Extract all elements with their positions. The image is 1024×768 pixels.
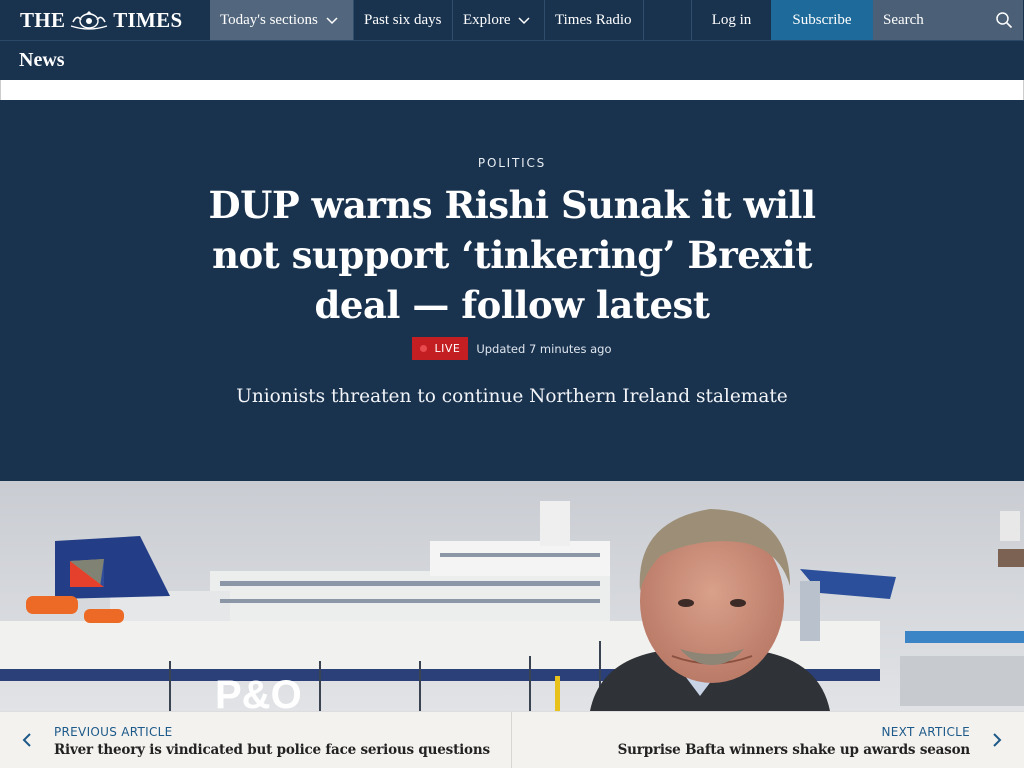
search-box[interactable]: Search (873, 0, 1023, 40)
previous-article-link[interactable]: PREVIOUS ARTICLE River theory is vindica… (0, 712, 512, 768)
nav-past-six-days[interactable]: Past six days (354, 0, 453, 40)
nav-label: Explore (463, 11, 511, 28)
next-article-title: Surprise Bafta winners shake up awards s… (617, 742, 971, 758)
spacer-strip (0, 80, 1024, 100)
next-article-label: NEXT ARTICLE (881, 725, 970, 739)
updated-timestamp: Updated 7 minutes ago (476, 341, 612, 356)
nav-label: Today's sections (220, 11, 318, 28)
hero-photo: P&O (0, 481, 1024, 711)
article-hero: POLITICS DUP warns Rishi Sunak it will n… (0, 100, 1024, 481)
nav-label: Times Radio (555, 11, 632, 28)
times-logo[interactable]: THE TIMES (0, 0, 210, 40)
article-headline: DUP warns Rishi Sunak it will not suppor… (208, 183, 816, 327)
search-placeholder: Search (883, 11, 924, 28)
next-article-link[interactable]: NEXT ARTICLE Surprise Bafta winners shak… (512, 712, 1024, 768)
section-bar: News (0, 41, 1024, 80)
royal-crest-icon (71, 11, 108, 30)
nav-explore[interactable]: Explore (453, 0, 545, 40)
chevron-down-icon (518, 17, 531, 25)
subscribe-button[interactable]: Subscribe (771, 0, 873, 40)
chevron-left-icon (22, 733, 31, 747)
ferry-and-politician-photo: P&O (0, 481, 1024, 711)
previous-article-label: PREVIOUS ARTICLE (54, 725, 173, 739)
article-standfirst: Unionists threaten to continue Northern … (236, 386, 788, 407)
previous-article-title: River theory is vindicated but police fa… (54, 742, 490, 758)
live-label: LIVE (434, 342, 461, 355)
chevron-down-icon (326, 17, 338, 25)
article-kicker[interactable]: POLITICS (0, 156, 1024, 170)
logo-word-the: THE (20, 7, 66, 32)
nav-label: Past six days (364, 11, 442, 28)
live-badge: LIVE (412, 337, 469, 360)
nav-spacer (644, 0, 692, 40)
login-label: Log in (711, 11, 752, 28)
live-dot-icon (420, 345, 428, 352)
section-title: News (19, 49, 65, 71)
search-icon[interactable] (995, 11, 1013, 29)
logo-word-times: TIMES (113, 7, 183, 32)
top-navigation: THE TIMES Today's sections Past six days… (0, 0, 1024, 41)
nav-todays-sections[interactable]: Today's sections (210, 0, 354, 40)
live-status-row: LIVE Updated 7 minutes ago (0, 337, 1024, 360)
chevron-right-icon (993, 733, 1002, 747)
article-navigation: PREVIOUS ARTICLE River theory is vindica… (0, 711, 1024, 768)
subscribe-label: Subscribe (792, 11, 852, 28)
ship-lettering: P&O (215, 673, 302, 711)
login-button[interactable]: Log in (692, 0, 771, 40)
nav-times-radio[interactable]: Times Radio (545, 0, 644, 40)
